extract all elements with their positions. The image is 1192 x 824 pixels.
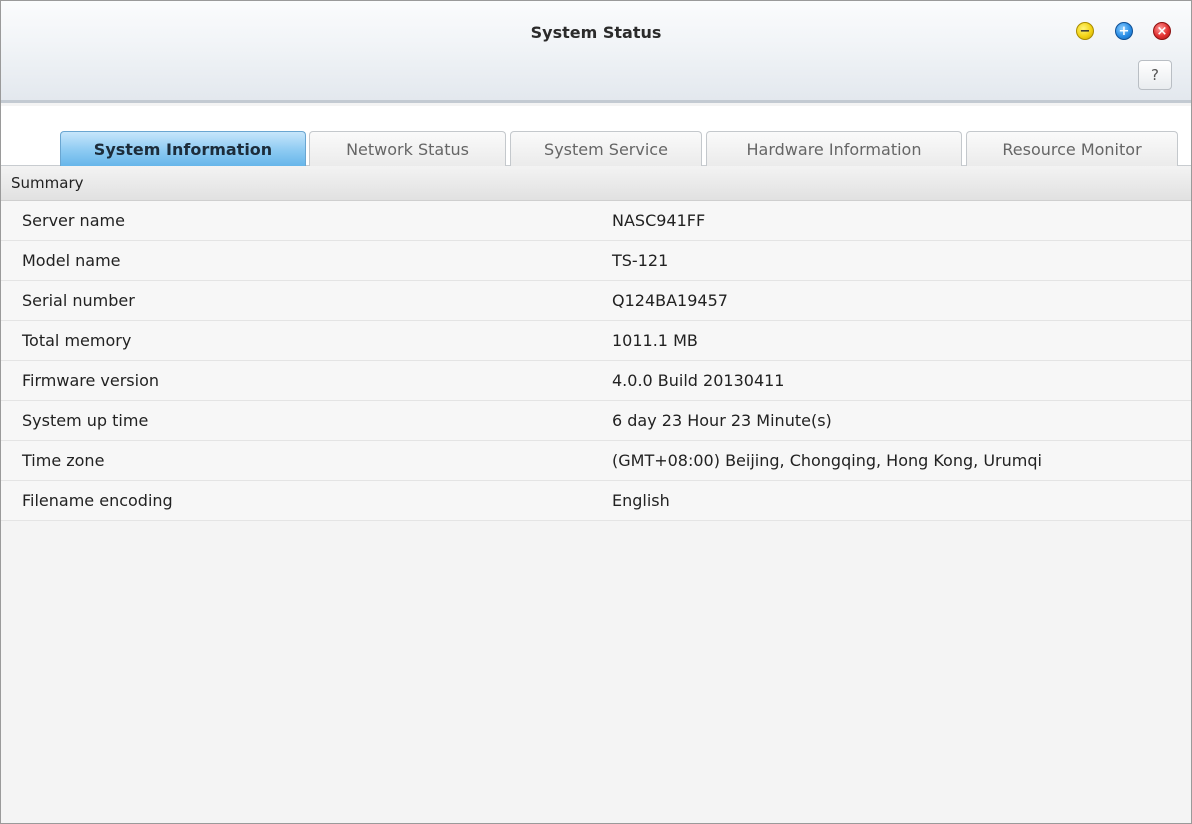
row-value: English [612, 491, 670, 510]
table-row: Serial number Q124BA19457 [1, 281, 1191, 321]
table-row: Firmware version 4.0.0 Build 20130411 [1, 361, 1191, 401]
summary-header: Summary [1, 166, 1191, 201]
system-status-window: System Status − + × ? System Information… [0, 0, 1192, 824]
row-label: Model name [22, 251, 121, 270]
row-value: TS-121 [612, 251, 669, 270]
title-bar: System Status − + × ? [1, 1, 1191, 103]
maximize-icon[interactable]: + [1115, 22, 1133, 40]
close-icon[interactable]: × [1153, 22, 1171, 40]
help-button[interactable]: ? [1138, 60, 1172, 90]
row-label: System up time [22, 411, 149, 430]
minimize-icon[interactable]: − [1076, 22, 1094, 40]
row-label: Server name [22, 211, 125, 230]
row-value: 6 day 23 Hour 23 Minute(s) [612, 411, 832, 430]
row-label: Serial number [22, 291, 135, 310]
row-value: 1011.1 MB [612, 331, 698, 350]
summary-table: Server name NASC941FF Model name TS-121 … [1, 201, 1191, 521]
table-row: Filename encoding English [1, 481, 1191, 521]
tab-system-service[interactable]: System Service [510, 131, 702, 166]
table-row: Time zone (GMT+08:00) Beijing, Chongqing… [1, 441, 1191, 481]
row-value: Q124BA19457 [612, 291, 728, 310]
table-row: Total memory 1011.1 MB [1, 321, 1191, 361]
tab-hardware-information[interactable]: Hardware Information [706, 131, 962, 166]
table-row: Model name TS-121 [1, 241, 1191, 281]
row-label: Firmware version [22, 371, 160, 390]
tab-resource-monitor[interactable]: Resource Monitor [966, 131, 1178, 166]
tab-network-status[interactable]: Network Status [309, 131, 506, 166]
tab-bar: System Information Network Status System… [1, 106, 1191, 166]
window-title: System Status [530, 23, 662, 42]
row-value: NASC941FF [612, 211, 706, 230]
table-row: Server name NASC941FF [1, 201, 1191, 241]
row-label: Filename encoding [22, 491, 173, 510]
row-value: (GMT+08:00) Beijing, Chongqing, Hong Kon… [612, 451, 1042, 470]
table-row: System up time 6 day 23 Hour 23 Minute(s… [1, 401, 1191, 441]
row-label: Time zone [22, 451, 105, 470]
tab-system-information[interactable]: System Information [60, 131, 306, 166]
row-label: Total memory [22, 331, 132, 350]
row-value: 4.0.0 Build 20130411 [612, 371, 785, 390]
